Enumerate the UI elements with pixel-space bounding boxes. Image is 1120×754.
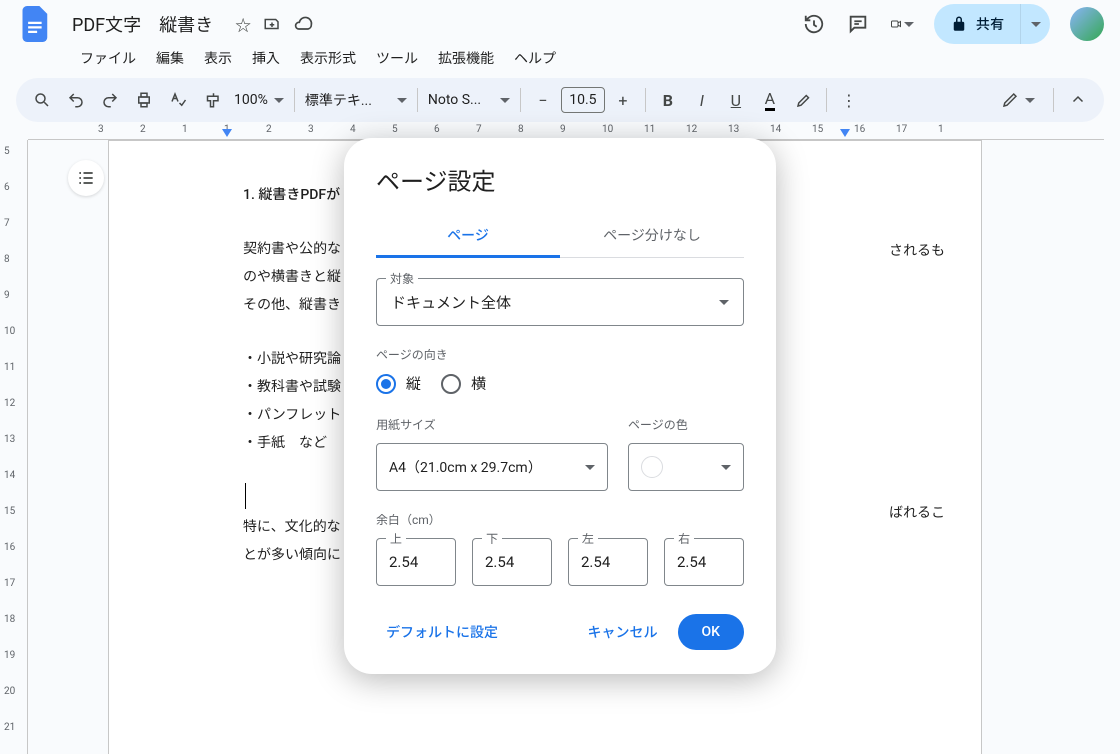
apply-to-label: 対象	[386, 270, 418, 287]
dialog-title: ページ設定	[376, 162, 744, 197]
outline-toggle[interactable]	[68, 160, 104, 196]
apply-to-select[interactable]: ドキュメント全体	[376, 278, 744, 326]
cancel-button[interactable]: キャンセル	[578, 614, 668, 650]
orientation-landscape[interactable]: 横	[441, 373, 486, 394]
margins-label: 余白（cm）	[376, 511, 744, 528]
paper-size-select[interactable]: A4（21.0cm x 29.7cm）	[376, 443, 608, 491]
page-color-select[interactable]	[628, 443, 744, 491]
ok-button[interactable]: OK	[678, 614, 745, 650]
orientation-label: ページの向き	[376, 346, 744, 363]
set-default-button[interactable]: デフォルトに設定	[376, 614, 508, 650]
paper-size-label: 用紙サイズ	[376, 416, 608, 433]
color-swatch	[641, 456, 663, 478]
page-color-label: ページの色	[628, 416, 744, 433]
tab-page[interactable]: ページ	[376, 215, 560, 258]
orientation-portrait[interactable]: 縦	[376, 373, 421, 394]
tab-pageless[interactable]: ページ分けなし	[560, 215, 744, 257]
page-setup-dialog: ページ設定 ページ ページ分けなし 対象 ドキュメント全体 ページの向き 縦 横…	[344, 138, 776, 674]
